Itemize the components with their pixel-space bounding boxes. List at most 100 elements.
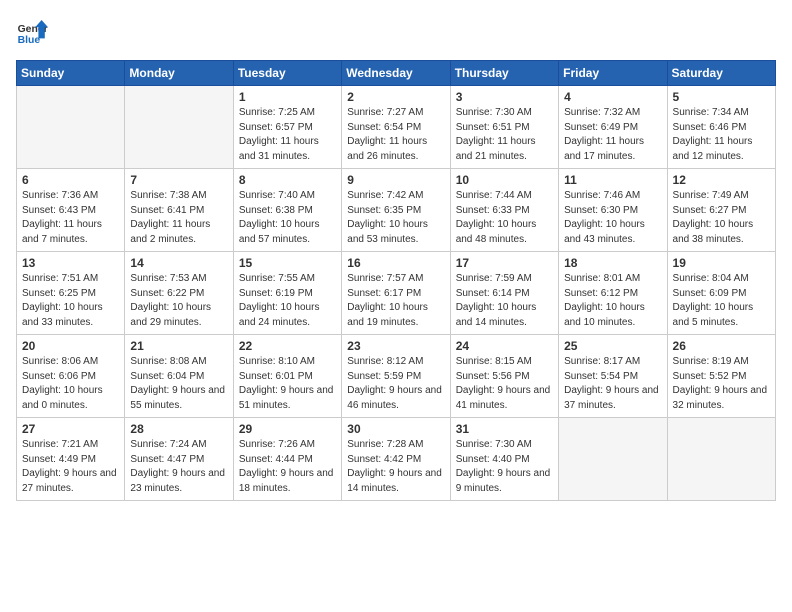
calendar-week-row: 13Sunrise: 7:51 AM Sunset: 6:25 PM Dayli…: [17, 252, 776, 335]
day-info: Sunrise: 7:59 AM Sunset: 6:14 PM Dayligh…: [456, 272, 553, 330]
logo: General Blue: [16, 16, 48, 48]
col-header-wednesday: Wednesday: [342, 61, 450, 86]
day-number: 27: [22, 422, 119, 436]
day-info: Sunrise: 8:08 AM Sunset: 6:04 PM Dayligh…: [130, 355, 227, 413]
day-info: Sunrise: 7:32 AM Sunset: 6:49 PM Dayligh…: [564, 106, 661, 164]
day-info: Sunrise: 8:19 AM Sunset: 5:52 PM Dayligh…: [673, 355, 770, 413]
day-info: Sunrise: 8:01 AM Sunset: 6:12 PM Dayligh…: [564, 272, 661, 330]
calendar-cell: 15 Sunrise: 7:55 AM Sunset: 6:19 PM Dayli…: [233, 252, 341, 335]
day-number: 31: [456, 422, 553, 436]
day-info: Sunrise: 7:28 AM Sunset: 4:42 PM Dayligh…: [347, 438, 444, 496]
calendar-cell: 17 Sunrise: 7:59 AM Sunset: 6:14 PM Dayli…: [450, 252, 558, 335]
day-info: Sunrise: 8:04 AM Sunset: 6:09 PM Dayligh…: [673, 272, 770, 330]
day-info: Sunrise: 7:49 AM Sunset: 6:27 PM Dayligh…: [673, 189, 770, 247]
calendar-cell: 11Sunrise: 7:46 AM Sunset: 6:30 PM Dayli…: [559, 169, 667, 252]
calendar-cell: 7 Sunrise: 7:38 AM Sunset: 6:41 PM Daylig…: [125, 169, 233, 252]
day-info: Sunrise: 8:10 AM Sunset: 6:01 PM Dayligh…: [239, 355, 336, 413]
day-number: 28: [130, 422, 227, 436]
day-info: Sunrise: 7:21 AM Sunset: 4:49 PM Dayligh…: [22, 438, 119, 496]
day-info: Sunrise: 7:26 AM Sunset: 4:44 PM Dayligh…: [239, 438, 336, 496]
calendar-cell: 31Sunrise: 7:30 AM Sunset: 4:40 PM Dayli…: [450, 418, 558, 501]
calendar-cell: [125, 86, 233, 169]
day-info: Sunrise: 7:38 AM Sunset: 6:41 PM Dayligh…: [130, 189, 227, 247]
day-number: 19: [673, 256, 770, 270]
calendar-cell: 10Sunrise: 7:44 AM Sunset: 6:33 PM Dayli…: [450, 169, 558, 252]
day-number: 26: [673, 339, 770, 353]
day-number: 16: [347, 256, 444, 270]
calendar-cell: 3 Sunrise: 7:30 AM Sunset: 6:51 PM Daylig…: [450, 86, 558, 169]
calendar-cell: 19 Sunrise: 8:04 AM Sunset: 6:09 PM Dayli…: [667, 252, 775, 335]
day-number: 4: [564, 90, 661, 104]
day-info: Sunrise: 7:46 AM Sunset: 6:30 PM Dayligh…: [564, 189, 661, 247]
day-number: 1: [239, 90, 336, 104]
col-header-monday: Monday: [125, 61, 233, 86]
calendar-cell: 25 Sunrise: 8:17 AM Sunset: 5:54 PM Dayli…: [559, 335, 667, 418]
calendar-cell: 12Sunrise: 7:49 AM Sunset: 6:27 PM Dayli…: [667, 169, 775, 252]
calendar-cell: 24 Sunrise: 8:15 AM Sunset: 5:56 PM Dayli…: [450, 335, 558, 418]
col-header-tuesday: Tuesday: [233, 61, 341, 86]
day-number: 24: [456, 339, 553, 353]
day-info: Sunrise: 8:15 AM Sunset: 5:56 PM Dayligh…: [456, 355, 553, 413]
day-number: 10: [456, 173, 553, 187]
calendar-cell: 20 Sunrise: 8:06 AM Sunset: 6:06 PM Dayli…: [17, 335, 125, 418]
svg-text:Blue: Blue: [18, 35, 41, 46]
day-number: 6: [22, 173, 119, 187]
calendar-cell: [667, 418, 775, 501]
day-info: Sunrise: 8:06 AM Sunset: 6:06 PM Dayligh…: [22, 355, 119, 413]
calendar-week-row: 20 Sunrise: 8:06 AM Sunset: 6:06 PM Dayli…: [17, 335, 776, 418]
calendar-cell: 29Sunrise: 7:26 AM Sunset: 4:44 PM Dayli…: [233, 418, 341, 501]
calendar-cell: 23Sunrise: 8:12 AM Sunset: 5:59 PM Dayli…: [342, 335, 450, 418]
col-header-thursday: Thursday: [450, 61, 558, 86]
calendar-cell: 22 Sunrise: 8:10 AM Sunset: 6:01 PM Dayli…: [233, 335, 341, 418]
day-info: Sunrise: 7:55 AM Sunset: 6:19 PM Dayligh…: [239, 272, 336, 330]
day-number: 8: [239, 173, 336, 187]
day-info: Sunrise: 7:36 AM Sunset: 6:43 PM Dayligh…: [22, 189, 119, 247]
calendar-week-row: 27 Sunrise: 7:21 AM Sunset: 4:49 PM Dayli…: [17, 418, 776, 501]
page-header: General Blue: [16, 16, 776, 48]
day-number: 21: [130, 339, 227, 353]
day-info: Sunrise: 7:53 AM Sunset: 6:22 PM Dayligh…: [130, 272, 227, 330]
day-number: 14: [130, 256, 227, 270]
day-info: Sunrise: 7:34 AM Sunset: 6:46 PM Dayligh…: [673, 106, 770, 164]
calendar-cell: 9 Sunrise: 7:42 AM Sunset: 6:35 PM Daylig…: [342, 169, 450, 252]
day-info: Sunrise: 7:27 AM Sunset: 6:54 PM Dayligh…: [347, 106, 444, 164]
day-info: Sunrise: 7:42 AM Sunset: 6:35 PM Dayligh…: [347, 189, 444, 247]
day-number: 3: [456, 90, 553, 104]
calendar-cell: [559, 418, 667, 501]
day-number: 25: [564, 339, 661, 353]
day-number: 20: [22, 339, 119, 353]
day-info: Sunrise: 7:51 AM Sunset: 6:25 PM Dayligh…: [22, 272, 119, 330]
calendar-header-row: SundayMondayTuesdayWednesdayThursdayFrid…: [17, 61, 776, 86]
day-number: 5: [673, 90, 770, 104]
calendar-cell: 8 Sunrise: 7:40 AM Sunset: 6:38 PM Daylig…: [233, 169, 341, 252]
day-info: Sunrise: 7:25 AM Sunset: 6:57 PM Dayligh…: [239, 106, 336, 164]
day-info: Sunrise: 7:57 AM Sunset: 6:17 PM Dayligh…: [347, 272, 444, 330]
day-number: 30: [347, 422, 444, 436]
day-number: 2: [347, 90, 444, 104]
calendar-cell: 21 Sunrise: 8:08 AM Sunset: 6:04 PM Dayli…: [125, 335, 233, 418]
calendar-cell: 13Sunrise: 7:51 AM Sunset: 6:25 PM Dayli…: [17, 252, 125, 335]
day-number: 7: [130, 173, 227, 187]
calendar-cell: 27 Sunrise: 7:21 AM Sunset: 4:49 PM Dayli…: [17, 418, 125, 501]
day-info: Sunrise: 7:40 AM Sunset: 6:38 PM Dayligh…: [239, 189, 336, 247]
calendar-cell: 4 Sunrise: 7:32 AM Sunset: 6:49 PM Daylig…: [559, 86, 667, 169]
calendar-week-row: 6 Sunrise: 7:36 AM Sunset: 6:43 PM Daylig…: [17, 169, 776, 252]
calendar-cell: 2 Sunrise: 7:27 AM Sunset: 6:54 PM Daylig…: [342, 86, 450, 169]
calendar-cell: 5 Sunrise: 7:34 AM Sunset: 6:46 PM Daylig…: [667, 86, 775, 169]
col-header-saturday: Saturday: [667, 61, 775, 86]
day-info: Sunrise: 8:17 AM Sunset: 5:54 PM Dayligh…: [564, 355, 661, 413]
calendar-cell: [17, 86, 125, 169]
calendar-cell: 26 Sunrise: 8:19 AM Sunset: 5:52 PM Dayli…: [667, 335, 775, 418]
logo-icon: General Blue: [16, 16, 48, 48]
day-number: 17: [456, 256, 553, 270]
calendar-cell: 16 Sunrise: 7:57 AM Sunset: 6:17 PM Dayli…: [342, 252, 450, 335]
day-info: Sunrise: 7:30 AM Sunset: 6:51 PM Dayligh…: [456, 106, 553, 164]
calendar-cell: 6 Sunrise: 7:36 AM Sunset: 6:43 PM Daylig…: [17, 169, 125, 252]
day-number: 9: [347, 173, 444, 187]
col-header-friday: Friday: [559, 61, 667, 86]
day-number: 15: [239, 256, 336, 270]
day-number: 23: [347, 339, 444, 353]
day-info: Sunrise: 7:24 AM Sunset: 4:47 PM Dayligh…: [130, 438, 227, 496]
calendar-cell: 28 Sunrise: 7:24 AM Sunset: 4:47 PM Dayli…: [125, 418, 233, 501]
day-number: 22: [239, 339, 336, 353]
